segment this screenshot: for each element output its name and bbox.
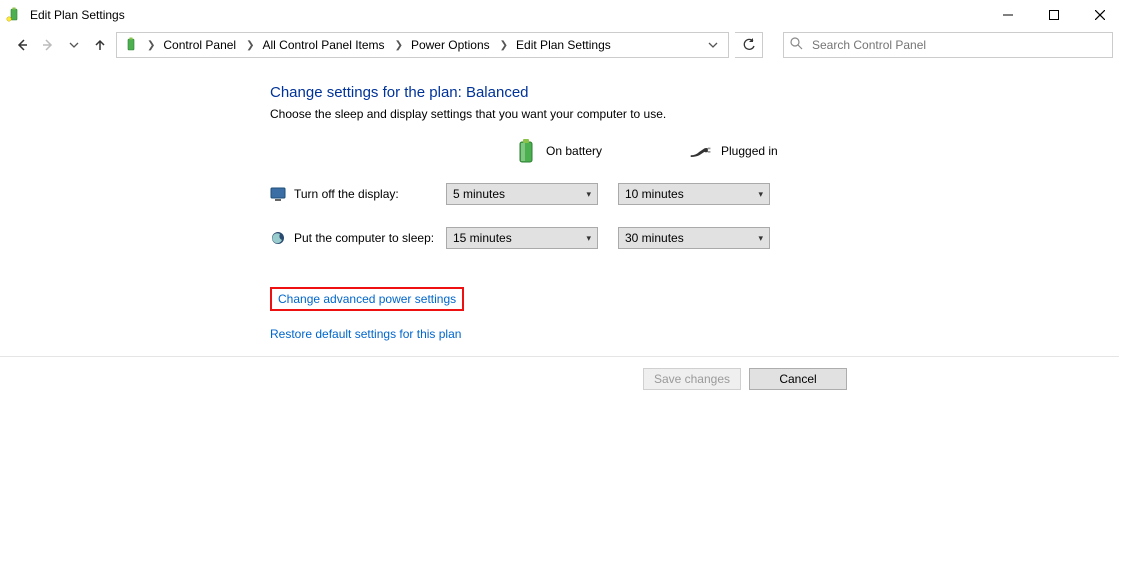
sleep-battery-dropdown[interactable]: 15 minutes ▾ bbox=[446, 227, 598, 249]
search-icon bbox=[790, 37, 804, 53]
display-plugged-dropdown[interactable]: 10 minutes ▾ bbox=[618, 183, 770, 205]
chevron-right-icon[interactable]: ❯ bbox=[145, 40, 157, 51]
dropdown-value: 15 minutes bbox=[453, 231, 512, 245]
sleep-icon bbox=[270, 230, 286, 246]
column-plugged: Plugged in bbox=[689, 139, 844, 163]
row-display-label: Turn off the display: bbox=[294, 187, 446, 201]
row-sleep: Put the computer to sleep: 15 minutes ▾ … bbox=[270, 225, 1123, 251]
dropdown-value: 5 minutes bbox=[453, 187, 505, 201]
minimize-button[interactable] bbox=[985, 0, 1031, 30]
main-content: Change settings for the plan: Balanced C… bbox=[0, 60, 1123, 341]
row-turn-off-display: Turn off the display: 5 minutes ▾ 10 min… bbox=[270, 181, 1123, 207]
battery-icon bbox=[514, 139, 538, 163]
chevron-down-icon: ▾ bbox=[758, 233, 763, 244]
column-headers: On battery Plugged in bbox=[446, 139, 1123, 163]
back-button[interactable] bbox=[12, 35, 32, 55]
footer: Save changes Cancel bbox=[0, 356, 1119, 400]
advanced-settings-link[interactable]: Change advanced power settings bbox=[278, 292, 456, 306]
restore-defaults-link[interactable]: Restore default settings for this plan bbox=[270, 327, 1123, 341]
chevron-down-icon: ▾ bbox=[586, 233, 591, 244]
power-options-icon bbox=[6, 7, 22, 23]
dropdown-value: 10 minutes bbox=[625, 187, 684, 201]
chevron-down-icon: ▾ bbox=[758, 189, 763, 200]
maximize-button[interactable] bbox=[1031, 0, 1077, 30]
page-heading: Change settings for the plan: Balanced bbox=[270, 84, 1123, 101]
plug-icon bbox=[689, 139, 713, 163]
navigation-row: ❯ Control Panel ❯ All Control Panel Item… bbox=[0, 30, 1123, 60]
breadcrumb-control-panel[interactable]: Control Panel bbox=[159, 34, 242, 56]
save-button: Save changes bbox=[643, 368, 741, 390]
titlebar: Edit Plan Settings bbox=[0, 0, 1123, 30]
breadcrumb-power-options[interactable]: Power Options bbox=[407, 34, 496, 56]
row-sleep-label: Put the computer to sleep: bbox=[294, 231, 446, 245]
display-battery-dropdown[interactable]: 5 minutes ▾ bbox=[446, 183, 598, 205]
address-history-dropdown[interactable] bbox=[702, 40, 724, 50]
power-options-icon bbox=[123, 37, 139, 53]
recent-locations-button[interactable] bbox=[64, 35, 84, 55]
chevron-down-icon: ▾ bbox=[586, 189, 591, 200]
dropdown-value: 30 minutes bbox=[625, 231, 684, 245]
chevron-right-icon[interactable]: ❯ bbox=[244, 40, 256, 51]
cancel-button[interactable]: Cancel bbox=[749, 368, 847, 390]
display-icon bbox=[270, 186, 286, 202]
window-title: Edit Plan Settings bbox=[30, 8, 125, 22]
page-subtext: Choose the sleep and display settings th… bbox=[270, 107, 1123, 121]
breadcrumb-edit-plan[interactable]: Edit Plan Settings bbox=[512, 34, 617, 56]
search-input[interactable] bbox=[810, 37, 1106, 53]
search-box[interactable] bbox=[783, 32, 1113, 58]
breadcrumb-all-items[interactable]: All Control Panel Items bbox=[259, 34, 391, 56]
close-button[interactable] bbox=[1077, 0, 1123, 30]
sleep-plugged-dropdown[interactable]: 30 minutes ▾ bbox=[618, 227, 770, 249]
column-battery: On battery bbox=[514, 139, 669, 163]
forward-button[interactable] bbox=[38, 35, 58, 55]
advanced-settings-link-highlight: Change advanced power settings bbox=[270, 287, 464, 311]
up-button[interactable] bbox=[90, 35, 110, 55]
chevron-right-icon[interactable]: ❯ bbox=[393, 40, 405, 51]
column-plugged-label: Plugged in bbox=[721, 144, 778, 158]
address-bar[interactable]: ❯ Control Panel ❯ All Control Panel Item… bbox=[116, 32, 729, 58]
refresh-button[interactable] bbox=[735, 32, 763, 58]
chevron-right-icon[interactable]: ❯ bbox=[498, 40, 510, 51]
column-battery-label: On battery bbox=[546, 144, 602, 158]
